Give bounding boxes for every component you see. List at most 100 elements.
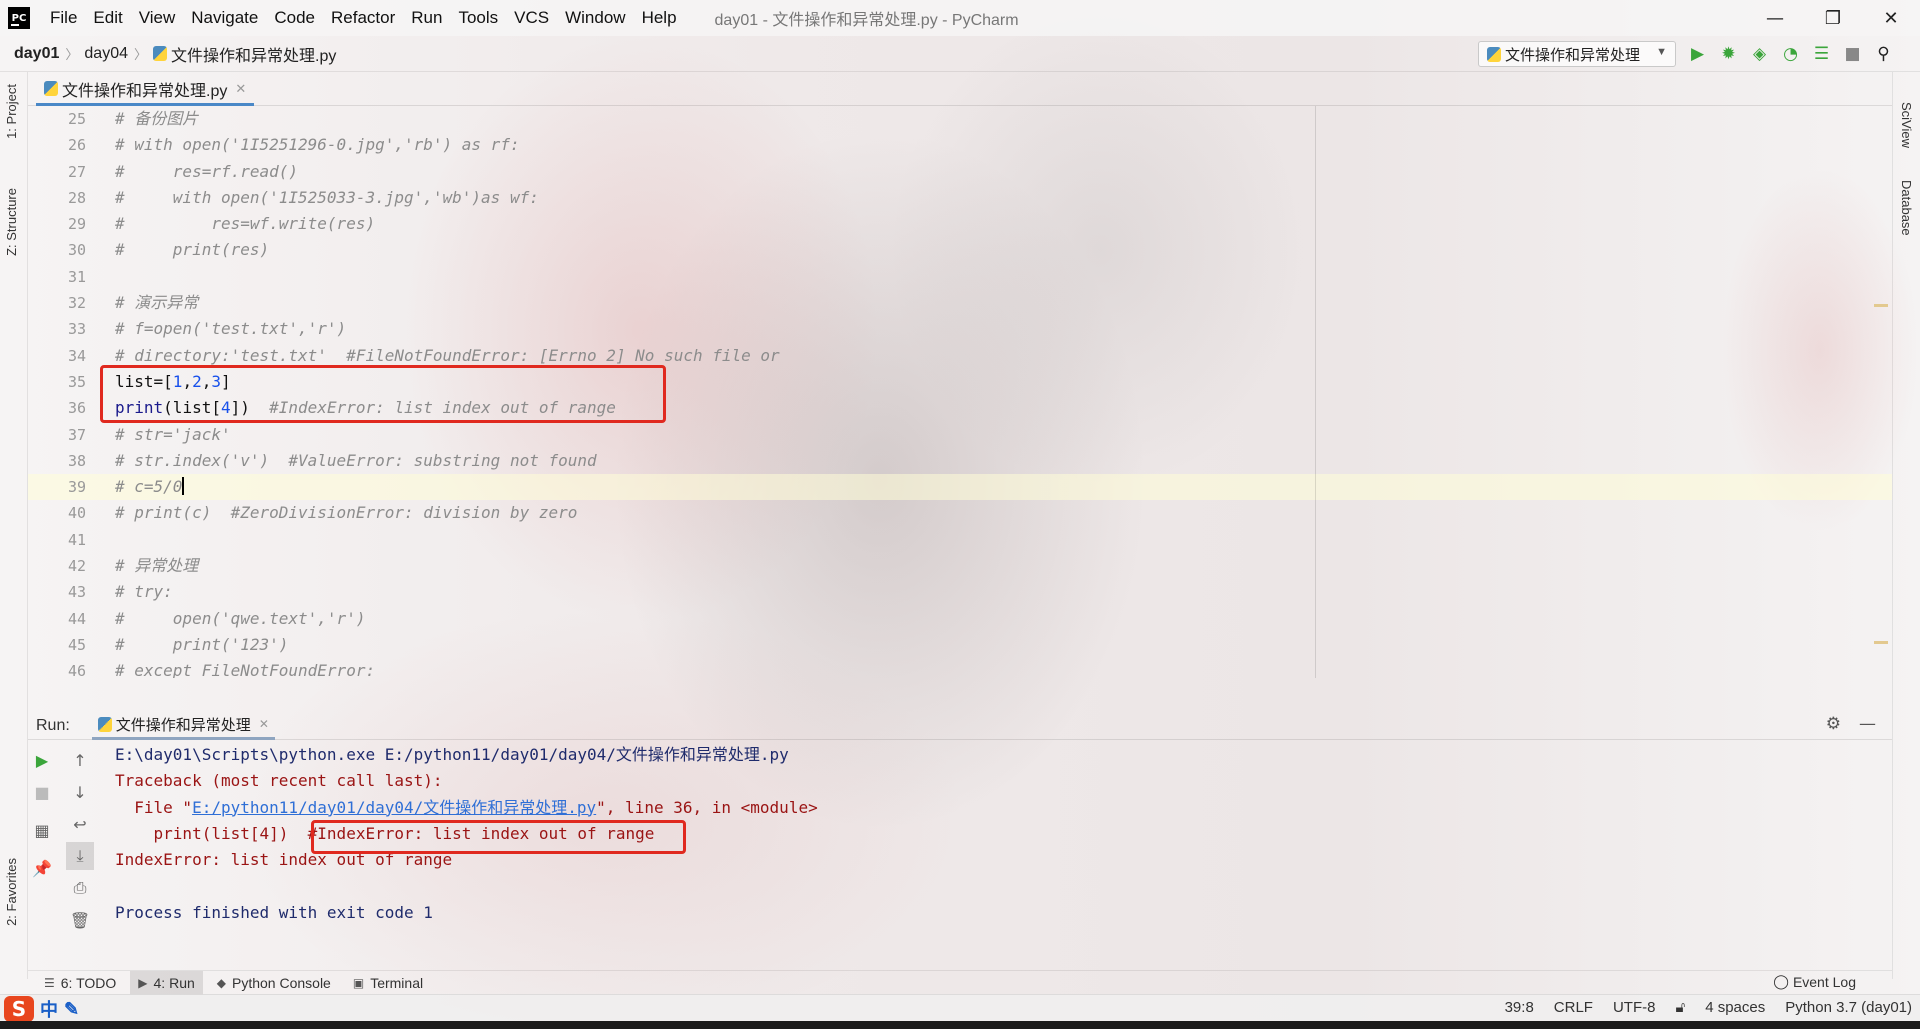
- layout-icon[interactable]: ▦: [28, 816, 56, 844]
- close-tab-icon[interactable]: ✕: [259, 717, 269, 731]
- line-number: 34: [67, 346, 86, 365]
- breadcrumb-file[interactable]: 文件操作和异常处理.py: [171, 42, 336, 66]
- database-tool-tab[interactable]: Database: [1899, 180, 1914, 236]
- line-separator[interactable]: CRLF: [1554, 999, 1593, 1016]
- left-tool-strip: 1: Project Z: Structure 2: Favorites: [0, 72, 28, 979]
- line-number: 28: [67, 188, 86, 207]
- gear-icon[interactable]: ⚙: [1826, 714, 1841, 734]
- run-tool-button[interactable]: ▶ 4: Run: [130, 970, 203, 995]
- project-tool-tab[interactable]: 1: Project: [4, 84, 19, 139]
- rerun-icon[interactable]: ▶: [28, 746, 56, 774]
- menu-run[interactable]: Run: [403, 8, 450, 28]
- close-tab-icon[interactable]: ✕: [235, 81, 246, 97]
- debug-icon[interactable]: ✹: [1713, 40, 1744, 68]
- menu-tools[interactable]: Tools: [450, 8, 506, 28]
- run-configuration-select[interactable]: 文件操作和异常处理 ▼: [1478, 41, 1676, 67]
- code-line: # with open('1I5251296-0.jpg','rb') as r…: [115, 135, 520, 155]
- line-number: 41: [67, 530, 86, 549]
- taskbar-edge: [0, 1021, 1920, 1029]
- text-caret: [182, 477, 185, 496]
- stop-icon[interactable]: ■: [1837, 40, 1868, 68]
- run-icon: ▶: [138, 975, 148, 990]
- lock-icon[interactable]: 🔓︎: [1675, 999, 1685, 1016]
- file-encoding[interactable]: UTF-8: [1613, 999, 1656, 1016]
- python-console-tool-button[interactable]: ◆ Python Console: [209, 971, 339, 995]
- soft-wrap-icon[interactable]: ↩: [66, 810, 94, 838]
- menu-refactor[interactable]: Refactor: [323, 8, 403, 28]
- caret-position[interactable]: 39:8: [1505, 999, 1534, 1016]
- close-icon[interactable]: ✕: [1862, 0, 1920, 36]
- search-icon[interactable]: ⚲: [1868, 40, 1899, 68]
- menu-bar: File Edit View Navigate Code Refactor Ru…: [42, 8, 685, 28]
- menu-file[interactable]: File: [42, 8, 85, 28]
- run-configuration-label: 文件操作和异常处理: [1505, 46, 1641, 64]
- structure-tool-tab[interactable]: Z: Structure: [4, 188, 19, 256]
- line-number: 31: [67, 267, 86, 286]
- code-line: # res=rf.read(): [115, 161, 299, 181]
- event-log-button[interactable]: ◯ Event Log: [1773, 973, 1856, 990]
- print-icon[interactable]: ⎙: [66, 874, 94, 902]
- python-interpreter[interactable]: Python 3.7 (day01): [1785, 999, 1912, 1016]
- menu-code[interactable]: Code: [266, 8, 323, 28]
- menu-vcs[interactable]: VCS: [506, 8, 557, 28]
- python-icon: ◆: [216, 975, 226, 990]
- sciview-tool-tab[interactable]: SciView: [1899, 102, 1914, 148]
- title-bar: PC File Edit View Navigate Code Refactor…: [0, 0, 1920, 36]
- terminal-icon: ▣: [352, 975, 365, 990]
- restore-icon[interactable]: ❐: [1804, 0, 1862, 36]
- menu-help[interactable]: Help: [634, 8, 685, 28]
- console-command-line: E:\day01\Scripts\python.exe E:/python11/…: [115, 745, 789, 764]
- status-bar: S 中 ✎ 39:8 CRLF UTF-8 🔓︎ 4 spaces Python…: [0, 994, 1920, 1022]
- coverage-icon[interactable]: ◈: [1744, 40, 1775, 68]
- trash-icon[interactable]: 🗑: [66, 906, 94, 934]
- scroll-marker: [1874, 304, 1888, 307]
- code-line: # 异常处理: [115, 556, 199, 576]
- menu-edit[interactable]: Edit: [85, 8, 130, 28]
- input-method-indicator[interactable]: S 中 ✎: [4, 996, 79, 1022]
- run-console[interactable]: E:\day01\Scripts\python.exe E:/python11/…: [115, 742, 1875, 972]
- favorites-tool-tab[interactable]: 2: Favorites: [4, 858, 19, 926]
- python-file-icon: [1487, 46, 1501, 62]
- editor-tab[interactable]: 文件操作和异常处理.py ✕: [36, 74, 255, 106]
- breadcrumb-folder[interactable]: day04: [84, 45, 128, 63]
- line-number: 46: [67, 662, 86, 678]
- stop-icon[interactable]: ■: [28, 778, 56, 806]
- run-panel-header: Run: 文件操作和异常处理 ✕ ⚙ —: [28, 712, 1892, 740]
- run-icon[interactable]: ▶: [1682, 40, 1713, 68]
- annotation-highlight-box: [100, 365, 666, 423]
- scroll-to-end-icon[interactable]: ⤓: [66, 842, 94, 870]
- arrow-up-icon[interactable]: ↑: [66, 746, 94, 774]
- code-line: # print(c) #ZeroDivisionError: division …: [115, 503, 578, 523]
- line-number: 44: [67, 609, 86, 628]
- menu-window[interactable]: Window: [557, 8, 633, 28]
- pen-icon: ✎: [64, 998, 80, 1019]
- navigation-bar: day01 〉 day04 〉 文件操作和异常处理.py 文件操作和异常处理 ▼…: [0, 36, 1920, 72]
- event-log-icon: ◯: [1773, 973, 1789, 989]
- breadcrumb-project[interactable]: day01: [14, 45, 59, 63]
- code-line: # f=open('test.txt','r'): [115, 319, 347, 339]
- concurrency-icon[interactable]: ☰: [1806, 40, 1837, 68]
- line-number: 45: [67, 635, 86, 654]
- code-line: # except FileNotFoundError:: [115, 661, 376, 678]
- line-number: 40: [67, 504, 86, 523]
- arrow-down-icon[interactable]: ↓: [66, 778, 94, 806]
- menu-view[interactable]: View: [131, 8, 184, 28]
- todo-tool-button[interactable]: ☰ 6: TODO: [36, 971, 124, 995]
- minimize-panel-icon[interactable]: —: [1859, 714, 1876, 734]
- terminal-tool-button[interactable]: ▣ Terminal: [345, 971, 431, 995]
- code-line: # str.index('v') #ValueError: substring …: [115, 450, 597, 470]
- editor-tab-bar: 文件操作和异常处理.py ✕: [28, 72, 1892, 106]
- chevron-down-icon: ▼: [1656, 46, 1667, 58]
- code-editor[interactable]: 25 # 备份图片 26 # with open('1I5251296-0.jpg'…: [28, 106, 1892, 678]
- traceback-file-link[interactable]: E:/python11/day01/day04/文件操作和异常处理.py: [192, 798, 596, 817]
- window-title: day01 - 文件操作和异常处理.py - PyCharm: [714, 12, 1019, 29]
- menu-navigate[interactable]: Navigate: [183, 8, 266, 28]
- line-number: 29: [67, 215, 86, 234]
- run-panel-label: Run:: [36, 716, 70, 734]
- minimize-icon[interactable]: —: [1746, 0, 1804, 36]
- indent-setting[interactable]: 4 spaces: [1705, 999, 1765, 1016]
- run-tab[interactable]: 文件操作和异常处理 ✕: [91, 712, 275, 740]
- pin-icon[interactable]: 📌: [28, 854, 56, 882]
- line-number: 38: [67, 451, 86, 470]
- profile-icon[interactable]: ◔: [1775, 40, 1806, 68]
